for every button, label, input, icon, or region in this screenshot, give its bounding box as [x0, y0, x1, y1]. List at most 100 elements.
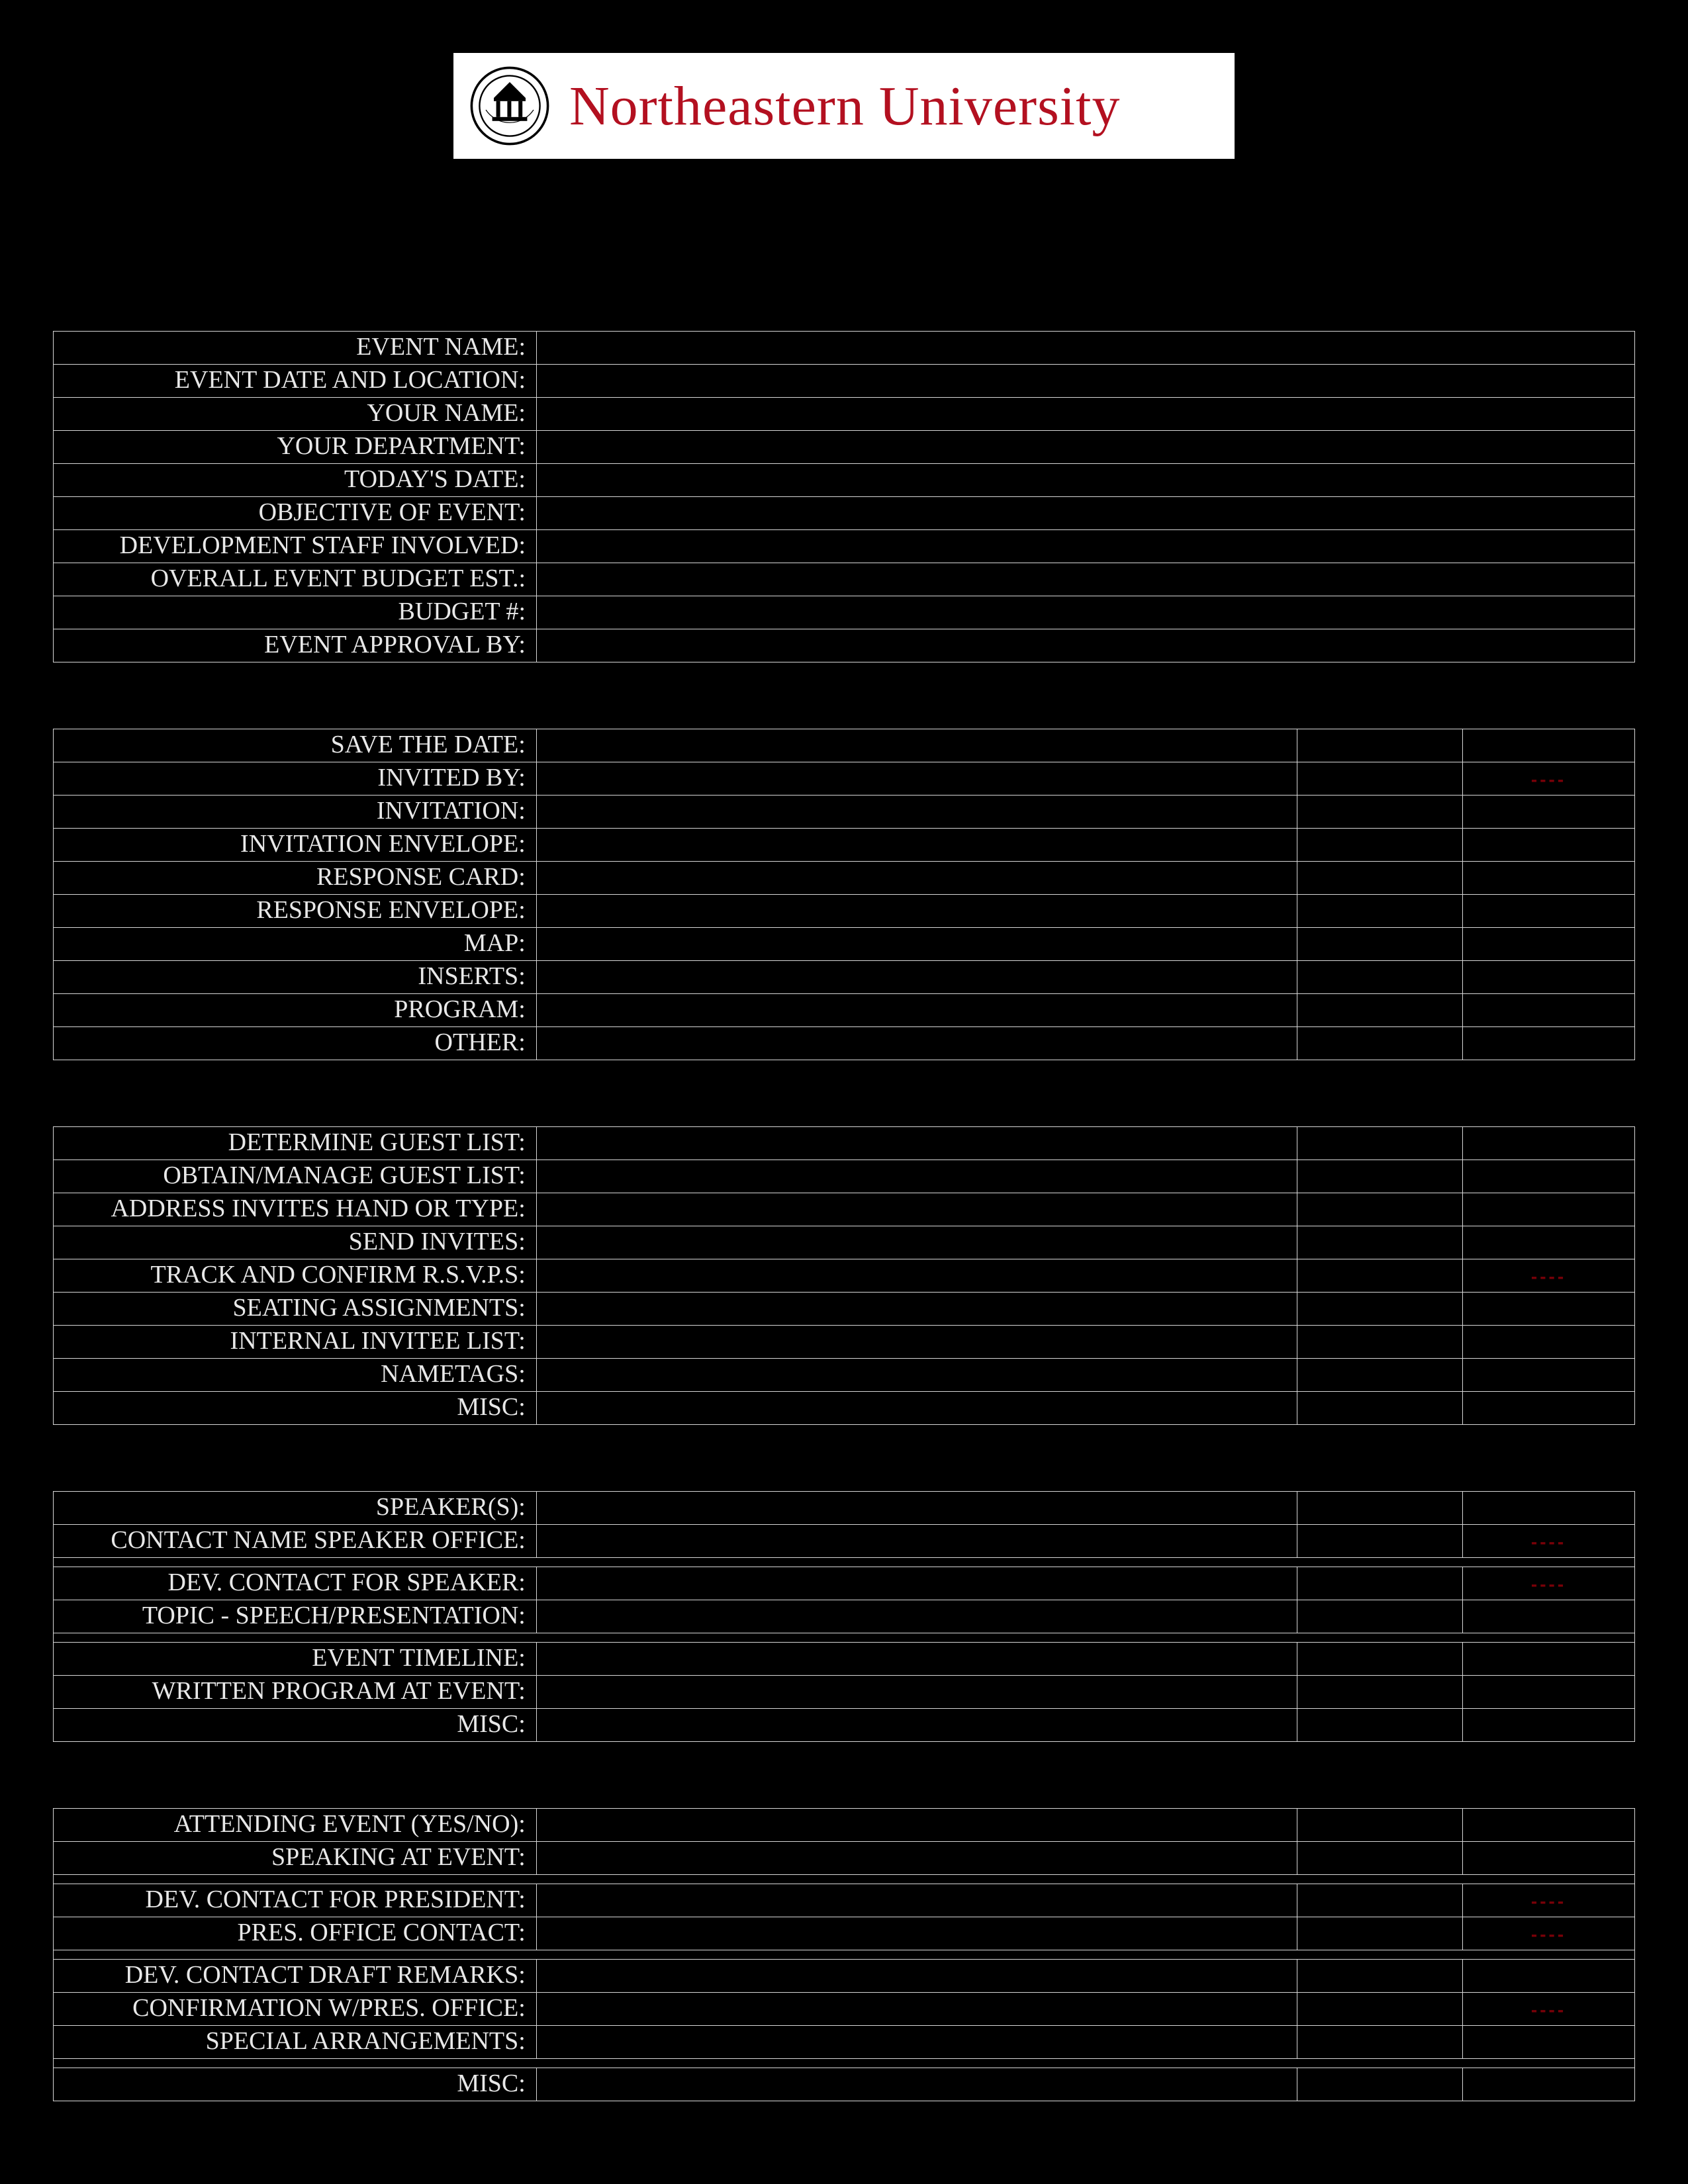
field-value[interactable]: [537, 464, 1635, 497]
field-value[interactable]: [536, 1643, 1297, 1676]
field-aux-2[interactable]: [1463, 1600, 1635, 1633]
field-aux-1[interactable]: [1297, 862, 1463, 895]
field-aux-1[interactable]: [1297, 829, 1463, 862]
field-value[interactable]: [536, 1160, 1297, 1193]
field-aux-2[interactable]: [1463, 2026, 1635, 2059]
field-aux-2[interactable]: [1463, 1960, 1635, 1993]
field-value[interactable]: [536, 994, 1297, 1027]
field-aux-2[interactable]: ----: [1463, 1567, 1635, 1600]
field-value[interactable]: [537, 398, 1635, 431]
field-value[interactable]: [536, 1709, 1297, 1742]
field-aux-2[interactable]: [1463, 1842, 1635, 1875]
field-aux-2[interactable]: [1463, 1193, 1635, 1226]
field-aux-2[interactable]: ----: [1463, 1259, 1635, 1293]
field-value[interactable]: [536, 1127, 1297, 1160]
field-value[interactable]: [536, 1359, 1297, 1392]
field-aux-2[interactable]: [1463, 994, 1635, 1027]
field-aux-2[interactable]: ----: [1463, 1525, 1635, 1558]
field-aux-1[interactable]: [1297, 1259, 1463, 1293]
field-aux-1[interactable]: [1297, 1193, 1463, 1226]
field-value[interactable]: [536, 1492, 1297, 1525]
field-value[interactable]: [536, 796, 1297, 829]
field-value[interactable]: [536, 2026, 1297, 2059]
field-value[interactable]: [536, 1600, 1297, 1633]
field-value[interactable]: [536, 1293, 1297, 1326]
field-aux-1[interactable]: [1297, 1226, 1463, 1259]
field-aux-2[interactable]: [1463, 1127, 1635, 1160]
field-value[interactable]: [536, 928, 1297, 961]
field-aux-2[interactable]: [1463, 895, 1635, 928]
field-aux-2[interactable]: [1463, 829, 1635, 862]
field-value[interactable]: [536, 1809, 1297, 1842]
field-aux-2[interactable]: [1463, 961, 1635, 994]
field-aux-1[interactable]: [1297, 1917, 1463, 1950]
field-aux-1[interactable]: [1297, 961, 1463, 994]
field-aux-1[interactable]: [1297, 1600, 1463, 1633]
field-value[interactable]: [537, 563, 1635, 596]
field-aux-2[interactable]: ----: [1463, 1993, 1635, 2026]
field-aux-2[interactable]: ----: [1463, 762, 1635, 796]
field-aux-1[interactable]: [1297, 1567, 1463, 1600]
field-value[interactable]: [536, 1567, 1297, 1600]
field-aux-1[interactable]: [1297, 928, 1463, 961]
field-value[interactable]: [536, 1842, 1297, 1875]
field-aux-2[interactable]: [1463, 1226, 1635, 1259]
field-aux-1[interactable]: [1297, 1492, 1463, 1525]
field-value[interactable]: [537, 365, 1635, 398]
field-value[interactable]: [536, 862, 1297, 895]
field-value[interactable]: [536, 1525, 1297, 1558]
field-aux-1[interactable]: [1297, 1127, 1463, 1160]
field-aux-2[interactable]: [1463, 862, 1635, 895]
field-value[interactable]: [537, 332, 1635, 365]
field-aux-2[interactable]: [1463, 1293, 1635, 1326]
field-aux-1[interactable]: [1297, 1525, 1463, 1558]
field-aux-2[interactable]: ----: [1463, 1884, 1635, 1917]
field-value[interactable]: [536, 1676, 1297, 1709]
field-aux-2[interactable]: ----: [1463, 1917, 1635, 1950]
field-aux-1[interactable]: [1297, 1960, 1463, 1993]
field-aux-1[interactable]: [1297, 1359, 1463, 1392]
field-aux-1[interactable]: [1297, 1993, 1463, 2026]
field-value[interactable]: [536, 1960, 1297, 1993]
field-value[interactable]: [536, 829, 1297, 862]
field-aux-1[interactable]: [1297, 1676, 1463, 1709]
field-value[interactable]: [537, 431, 1635, 464]
field-aux-2[interactable]: [1463, 1676, 1635, 1709]
field-aux-1[interactable]: [1297, 1326, 1463, 1359]
field-aux-2[interactable]: [1463, 1027, 1635, 1060]
field-value[interactable]: [536, 1326, 1297, 1359]
field-value[interactable]: [536, 1226, 1297, 1259]
field-aux-1[interactable]: [1297, 1027, 1463, 1060]
field-value[interactable]: [536, 1027, 1297, 1060]
field-value[interactable]: [536, 1259, 1297, 1293]
field-aux-2[interactable]: [1463, 1326, 1635, 1359]
field-aux-1[interactable]: [1297, 1392, 1463, 1425]
field-value[interactable]: [537, 497, 1635, 530]
field-aux-2[interactable]: [1463, 1809, 1635, 1842]
field-aux-1[interactable]: [1297, 1809, 1463, 1842]
field-aux-2[interactable]: [1463, 1392, 1635, 1425]
field-aux-1[interactable]: [1297, 994, 1463, 1027]
field-aux-2[interactable]: [1463, 1492, 1635, 1525]
field-value[interactable]: [536, 762, 1297, 796]
field-aux-2[interactable]: [1463, 928, 1635, 961]
field-aux-1[interactable]: [1297, 729, 1463, 762]
field-aux-1[interactable]: [1297, 1884, 1463, 1917]
field-value[interactable]: [537, 596, 1635, 629]
field-aux-1[interactable]: [1297, 1709, 1463, 1742]
field-aux-1[interactable]: [1297, 895, 1463, 928]
field-value[interactable]: [537, 530, 1635, 563]
field-value[interactable]: [536, 961, 1297, 994]
field-value[interactable]: [536, 2068, 1297, 2101]
field-aux-1[interactable]: [1297, 1643, 1463, 1676]
field-aux-2[interactable]: [1463, 2068, 1635, 2101]
field-value[interactable]: [536, 895, 1297, 928]
field-aux-1[interactable]: [1297, 1160, 1463, 1193]
field-value[interactable]: [536, 1884, 1297, 1917]
field-aux-2[interactable]: [1463, 1160, 1635, 1193]
field-aux-2[interactable]: [1463, 1709, 1635, 1742]
field-aux-2[interactable]: [1463, 1643, 1635, 1676]
field-value[interactable]: [536, 1392, 1297, 1425]
field-aux-1[interactable]: [1297, 762, 1463, 796]
field-value[interactable]: [536, 1193, 1297, 1226]
